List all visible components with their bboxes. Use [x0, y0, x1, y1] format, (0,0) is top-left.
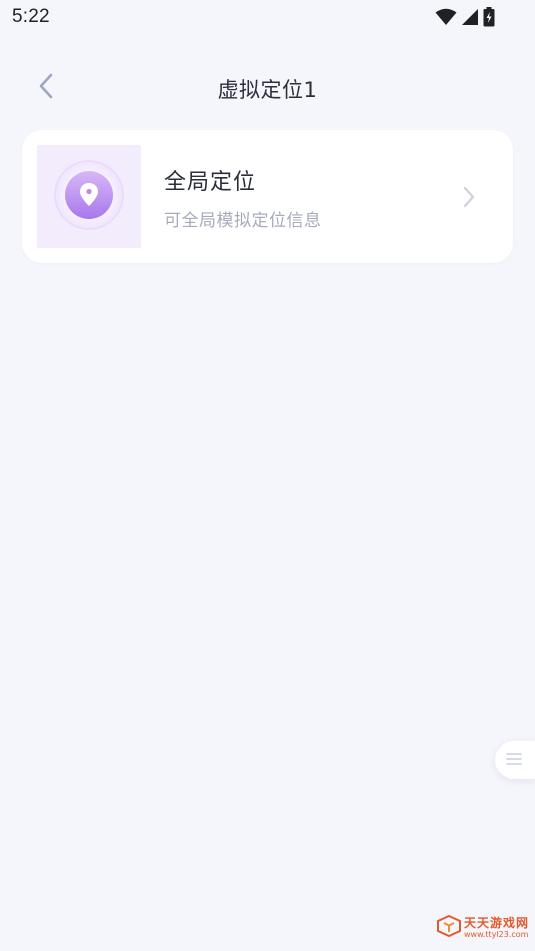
- status-icons: [435, 6, 495, 28]
- page-title: 虚拟定位1: [217, 78, 318, 102]
- card-subtitle: 可全局模拟定位信息: [164, 211, 322, 231]
- chevron-right-icon: [461, 184, 477, 210]
- wifi-icon: [435, 8, 457, 26]
- watermark-url: www.ttyl23.com: [463, 930, 529, 939]
- header-bar: 虚拟定位1: [0, 64, 535, 112]
- floating-menu-button[interactable]: [495, 741, 535, 779]
- location-pin-icon: [53, 159, 125, 235]
- watermark: 天天游戏网 www.ttyl23.com: [436, 914, 529, 941]
- battery-charging-icon: [483, 7, 495, 27]
- cell-signal-icon: [461, 8, 479, 26]
- watermark-text: 天天游戏网 www.ttyl23.com: [464, 917, 529, 939]
- global-location-card[interactable]: 全局定位 可全局模拟定位信息: [22, 130, 513, 263]
- watermark-name: 天天游戏网: [463, 916, 529, 930]
- card-title: 全局定位: [164, 170, 257, 195]
- watermark-logo-icon: [436, 914, 461, 941]
- status-bar: 5:22: [0, 0, 535, 36]
- card-thumbnail: [37, 145, 141, 248]
- menu-lines-icon: [506, 751, 522, 770]
- status-time: 5:22: [12, 6, 50, 27]
